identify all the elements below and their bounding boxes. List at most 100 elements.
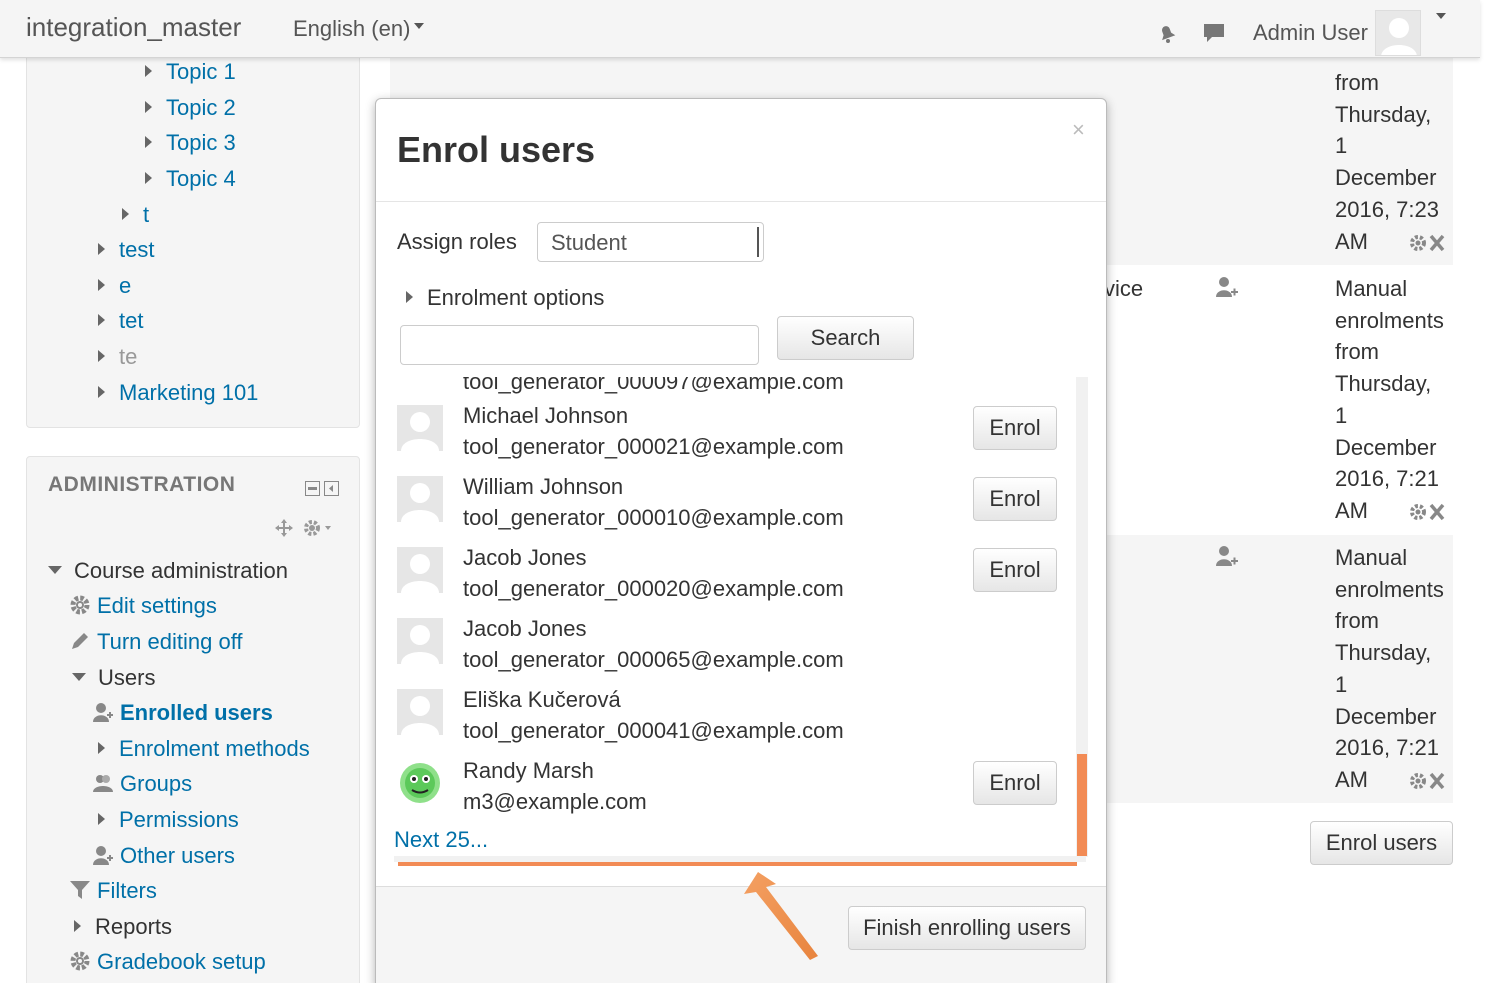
tree-item-topic-1[interactable]: Topic 1: [145, 59, 236, 85]
user-email: tool_generator_000021@example.com: [463, 434, 844, 459]
gear-icon: [70, 595, 90, 615]
finish-enrolling-users-button[interactable]: Finish enrolling users: [848, 906, 1086, 950]
site-brand[interactable]: integration_master: [26, 12, 241, 43]
next-25-link[interactable]: Next 25...: [394, 827, 488, 853]
expand-icon: [98, 350, 105, 363]
turn-editing-off-label: Turn editing off: [97, 629, 243, 654]
edit-settings-link[interactable]: Edit settings: [69, 593, 217, 619]
user-email: tool_generator_000020@example.com: [463, 576, 844, 601]
enrol-button[interactable]: Enrol: [973, 548, 1057, 592]
dialog-title: Enrol users: [397, 129, 596, 170]
expand-icon: [98, 386, 105, 399]
course-administration-node[interactable]: Course administration: [48, 558, 288, 584]
user-menu-caret-icon[interactable]: [1436, 13, 1446, 19]
edit-enrolment-gear-icon[interactable]: [1409, 502, 1445, 522]
highlight-underline: [398, 862, 1077, 866]
list-item: Jacob Jones tool_generator_000020@exampl…: [394, 540, 1086, 611]
tree-item-te[interactable]: te: [98, 344, 137, 370]
tree-item-label: Marketing 101: [119, 380, 259, 405]
message-icon[interactable]: [1203, 22, 1225, 44]
tree-item-label: te: [119, 344, 138, 369]
user-email: tool_generator_000041@example.com: [463, 718, 844, 743]
expand-icon: [98, 314, 105, 327]
enrolment-options-toggle[interactable]: Enrolment options: [406, 285, 604, 311]
filters-label: Filters: [97, 878, 157, 903]
search-input[interactable]: [400, 325, 759, 365]
permissions-node[interactable]: Permissions: [98, 807, 239, 833]
tree-item-topic-2[interactable]: Topic 2: [145, 95, 236, 121]
tree-item-label: t: [143, 202, 150, 227]
user-email: tool_generator_000065@example.com: [463, 647, 844, 672]
enrolment-methods-node[interactable]: Enrolment methods: [98, 736, 310, 762]
expand-icon: [145, 136, 152, 149]
dock-block-icon[interactable]: [324, 481, 339, 496]
enrol-button[interactable]: Enrol: [973, 761, 1057, 805]
administration-block: ADMINISTRATION Course administration Edi…: [26, 456, 360, 983]
role-select[interactable]: Student: [537, 222, 764, 262]
list-item: Michael Johnson tool_generator_000021@ex…: [394, 398, 1086, 469]
tree-item-label: Enrolment methods: [119, 736, 310, 761]
tree-item-t[interactable]: t: [122, 202, 149, 228]
edit-enrolment-gear-icon[interactable]: [1409, 771, 1445, 791]
expand-icon: [98, 742, 105, 755]
expand-icon: [145, 65, 152, 78]
tree-item-topic-4[interactable]: Topic 4: [145, 166, 236, 192]
avatar: [397, 689, 443, 735]
bell-icon[interactable]: [1156, 22, 1178, 44]
close-icon[interactable]: ×: [1072, 117, 1085, 143]
collapse-icon: [72, 673, 86, 682]
search-button[interactable]: Search: [777, 316, 914, 360]
move-icon[interactable]: [275, 519, 293, 537]
expand-icon: [406, 291, 413, 304]
enrolment-method-text: Manual enrolments from Thursday, 1 Decem…: [1335, 276, 1444, 523]
tree-item-test[interactable]: test: [98, 237, 154, 263]
user-list: tool_generator_000097@example.com Michae…: [394, 377, 1086, 860]
tree-item-e[interactable]: e: [98, 273, 131, 299]
gradebook-setup-label: Gradebook setup: [97, 949, 266, 974]
chevron-down-icon: [414, 23, 425, 30]
groups-link[interactable]: Groups: [92, 771, 192, 797]
enrol-users-button[interactable]: Enrol users: [1310, 821, 1453, 865]
tree-item-label: Permissions: [119, 807, 239, 832]
user-icon: [93, 703, 113, 723]
expand-icon: [98, 279, 105, 292]
collapse-block-icon[interactable]: [305, 481, 320, 496]
tree-item-tet[interactable]: tet: [98, 308, 143, 334]
enrol-button[interactable]: Enrol: [973, 477, 1057, 521]
gradebook-setup-link[interactable]: Gradebook setup: [69, 949, 266, 975]
annotation-arrow: [744, 872, 818, 960]
divider: [376, 201, 1106, 202]
edit-enrolment-gear-icon[interactable]: [1409, 233, 1445, 253]
pencil-icon: [72, 633, 88, 650]
tree-item-label: Topic 3: [166, 130, 236, 155]
other-users-link[interactable]: Other users: [92, 843, 235, 869]
filters-link[interactable]: Filters: [69, 878, 157, 904]
block-actions-gear-icon[interactable]: [303, 519, 333, 537]
language-menu[interactable]: English (en): [293, 16, 425, 42]
avatar: [397, 476, 443, 522]
enrolment-method-text: from Thursday, 1 December 2016, 7:23 AM: [1335, 70, 1439, 254]
tree-item-marketing-101[interactable]: Marketing 101: [98, 380, 258, 406]
turn-editing-off-link[interactable]: Turn editing off: [69, 629, 243, 655]
users-node[interactable]: Users: [72, 665, 155, 691]
tree-item-label: Users: [98, 665, 156, 690]
tree-item-label: tet: [119, 308, 144, 333]
user-menu-name[interactable]: Admin User: [1253, 20, 1368, 46]
enrol-button[interactable]: Enrol: [973, 406, 1057, 450]
language-label: English (en): [293, 16, 411, 41]
assign-role-icon[interactable]: [1215, 276, 1239, 298]
partial-cell-text: vice: [1104, 276, 1144, 301]
tree-item-topic-3[interactable]: Topic 3: [145, 130, 236, 156]
assign-roles-label: Assign roles: [397, 229, 517, 254]
partial-user-email: tool_generator_000097@example.com: [463, 377, 844, 394]
assign-role-icon[interactable]: [1215, 545, 1239, 567]
user-avatar[interactable]: [1375, 10, 1421, 56]
select-arrow-icon: [757, 227, 763, 257]
scrollbar-thumb[interactable]: [1077, 754, 1087, 856]
reports-node[interactable]: Reports: [74, 914, 172, 940]
avatar: [397, 405, 443, 451]
expand-icon: [98, 813, 105, 826]
enrolled-users-link[interactable]: Enrolled users: [92, 700, 273, 726]
list-item: Randy Marsh m3@example.com Enrol: [394, 753, 1086, 824]
groups-icon: [93, 775, 113, 793]
